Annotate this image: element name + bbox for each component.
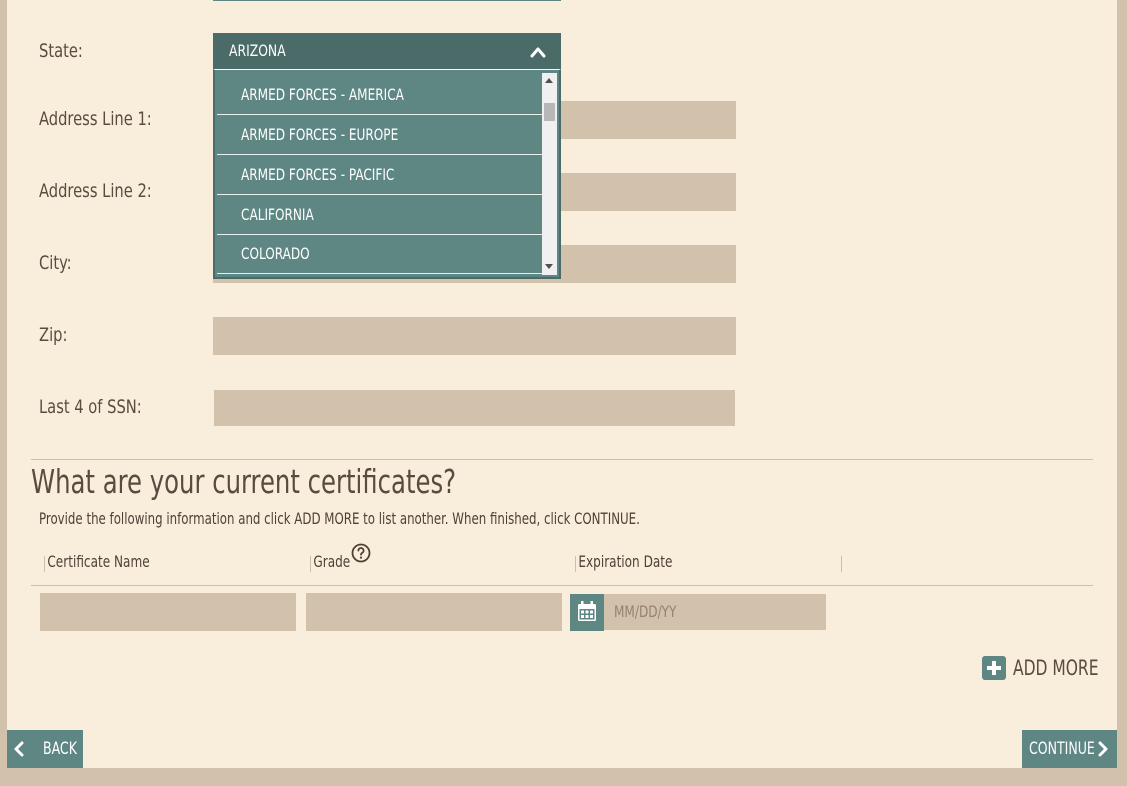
table-header-divider: [31, 585, 1093, 586]
certificates-title: What are your current certificates?: [31, 462, 457, 501]
chevron-right-icon: [1098, 741, 1108, 757]
section-divider: [31, 459, 1093, 460]
chevron-up-icon: [530, 47, 546, 58]
zip-input[interactable]: [213, 317, 736, 355]
state-label: State:: [39, 40, 83, 62]
plus-square-icon: [982, 656, 1006, 680]
calendar-icon: [578, 601, 596, 621]
address-line-1-label: Address Line 1:: [39, 108, 152, 130]
column-header-expiration-date: Expiration Date: [578, 552, 673, 571]
add-more-label: ADD MORE: [1013, 656, 1099, 680]
ssn-label: Last 4 of SSN:: [39, 396, 142, 418]
state-option[interactable]: CALIFORNIA: [217, 195, 542, 235]
ssn-input[interactable]: [214, 390, 735, 426]
city-label: City:: [39, 252, 72, 274]
add-more-button[interactable]: ADD MORE: [982, 655, 1117, 681]
state-select[interactable]: ARIZONA: [213, 33, 561, 69]
form-panel: State: ARIZONA Address Line 1: Address L…: [7, 0, 1117, 768]
state-option[interactable]: COLORADO: [217, 234, 542, 274]
date-placeholder: MM/DD/YY: [614, 602, 677, 621]
state-dropdown-list: ARMED FORCES - AMERICA ARMED FORCES - EU…: [213, 69, 561, 279]
certificates-instructions: Provide the following information and cl…: [39, 509, 640, 528]
calendar-button[interactable]: [570, 594, 604, 631]
state-option[interactable]: ARMED FORCES - PACIFIC: [217, 155, 542, 195]
back-button[interactable]: BACK: [7, 730, 83, 768]
back-label: BACK: [43, 739, 77, 759]
dropdown-scrollbar[interactable]: [542, 73, 557, 275]
state-select-value: ARIZONA: [229, 41, 286, 60]
scroll-down-arrow-icon[interactable]: [545, 264, 553, 269]
zip-label: Zip:: [39, 324, 68, 346]
scroll-up-arrow-icon[interactable]: [545, 78, 553, 83]
continue-label: CONTINUE: [1029, 739, 1095, 759]
continue-button[interactable]: CONTINUE: [1022, 730, 1117, 768]
expiration-date-input[interactable]: MM/DD/YY: [604, 594, 826, 630]
address-line-2-label: Address Line 2:: [39, 180, 152, 202]
scroll-thumb[interactable]: [544, 103, 555, 121]
state-option[interactable]: ARMED FORCES - EUROPE: [217, 115, 542, 155]
previous-input-edge: [213, 0, 561, 1]
chevron-left-icon: [14, 741, 24, 757]
certificate-name-input[interactable]: [40, 593, 296, 631]
column-header-grade: Grade: [313, 552, 351, 571]
state-option[interactable]: ARMED FORCES - AMERICA: [217, 75, 542, 115]
grade-input[interactable]: [306, 593, 562, 631]
question-circle-icon[interactable]: [351, 543, 371, 563]
column-separator: [841, 556, 842, 572]
column-header-certificate-name: Certificate Name: [47, 552, 150, 571]
